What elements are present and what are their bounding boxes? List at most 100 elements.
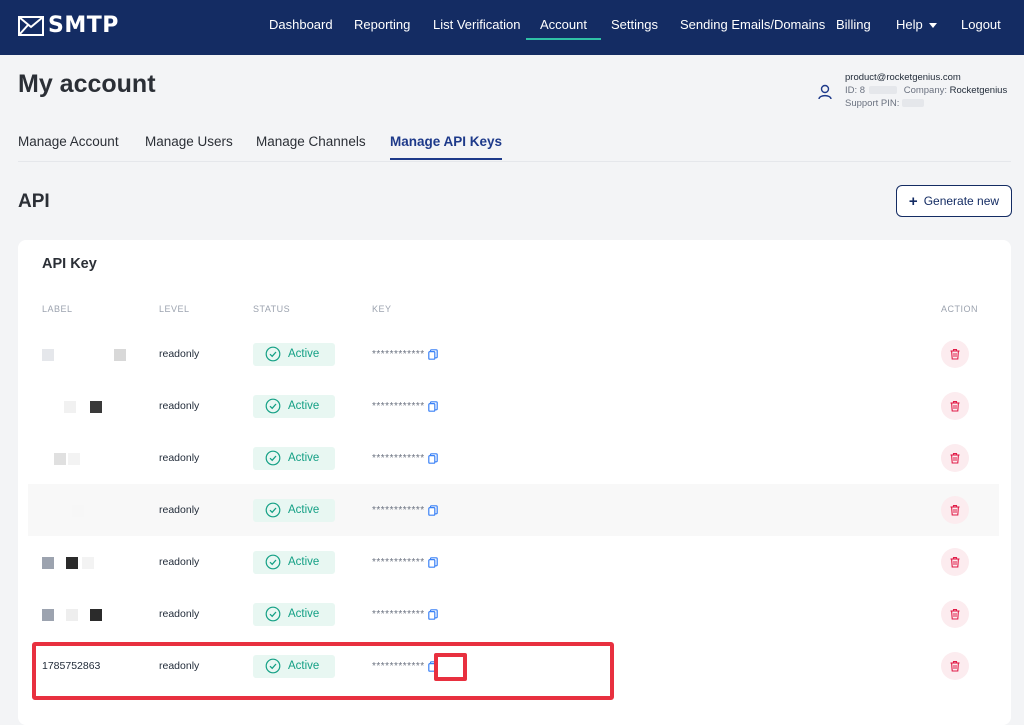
nav-logout[interactable]: Logout — [961, 0, 1001, 55]
status-text: Active — [288, 348, 320, 360]
tab-manage-channels[interactable]: Manage Channels — [256, 134, 366, 149]
copy-icon[interactable] — [427, 400, 438, 412]
masked-key: ************ — [372, 504, 425, 516]
status-badge: Active — [253, 654, 335, 678]
row-level: readonly — [159, 348, 200, 360]
user-email: product@rocketgenius.com — [845, 72, 961, 83]
masked-key: ************ — [372, 348, 425, 360]
user-icon — [818, 84, 832, 100]
generate-new-button[interactable]: + Generate new — [896, 185, 1012, 217]
redacted-label — [42, 500, 142, 520]
nav-account[interactable]: Account — [526, 0, 601, 55]
trash-icon — [949, 504, 961, 516]
user-id: ID: 8 — [845, 85, 866, 96]
nav-help-label: Help — [896, 17, 923, 32]
status-text: Active — [288, 660, 320, 672]
nav-dashboard[interactable]: Dashboard — [269, 0, 333, 55]
check-circle-icon — [265, 554, 281, 570]
brand-logo[interactable]: SMTP — [18, 13, 119, 38]
copy-icon[interactable] — [427, 504, 438, 516]
row-key-cell: ************ — [372, 588, 438, 640]
company-label: Company: — [903, 85, 948, 96]
user-info: product@rocketgenius.com ID: 8 Company: … — [845, 71, 1007, 110]
row-label-cell — [42, 484, 142, 536]
tab-manage-api-keys[interactable]: Manage API Keys — [390, 134, 503, 160]
delete-button[interactable] — [941, 600, 969, 628]
row-status-cell: Active — [253, 432, 335, 484]
status-badge: Active — [253, 498, 335, 522]
support-pin: Support PIN: — [845, 97, 1007, 110]
delete-button[interactable] — [941, 496, 969, 524]
status-text: Active — [288, 452, 320, 464]
section-title: API — [18, 191, 50, 212]
status-text: Active — [288, 504, 320, 516]
row-level: readonly — [159, 608, 200, 620]
tab-manage-users[interactable]: Manage Users — [145, 134, 233, 149]
nav-sending-emails-domains[interactable]: Sending Emails/Domains — [680, 0, 825, 55]
nav-settings[interactable]: Settings — [611, 0, 658, 55]
row-action-cell — [941, 328, 969, 380]
trash-icon — [949, 660, 961, 672]
masked-key: ************ — [372, 660, 425, 672]
status-text: Active — [288, 556, 320, 568]
trash-icon — [949, 452, 961, 464]
copy-icon[interactable] — [427, 452, 438, 464]
copy-icon[interactable] — [427, 348, 438, 360]
row-key-cell: ************ — [372, 380, 438, 432]
row-level: readonly — [159, 504, 200, 516]
table-row: readonly Active ************ — [28, 536, 999, 588]
user-id-company: ID: 8 Company: Rocketgenius — [845, 84, 1007, 97]
copy-icon[interactable] — [427, 556, 438, 568]
card-title: API Key — [42, 256, 97, 272]
status-badge: Active — [253, 394, 335, 418]
delete-button[interactable] — [941, 548, 969, 576]
trash-icon — [949, 348, 961, 360]
row-label-cell — [42, 380, 142, 432]
table-row: readonly Active ************ — [28, 484, 999, 536]
row-action-cell — [941, 640, 969, 692]
delete-button[interactable] — [941, 392, 969, 420]
tab-manage-account[interactable]: Manage Account — [18, 134, 119, 149]
row-label-cell — [42, 432, 142, 484]
row-level: readonly — [159, 660, 200, 672]
redacted-pin — [902, 99, 925, 108]
brand-name: SMTP — [48, 13, 119, 38]
api-key-card: API Key LABEL LEVEL STATUS KEY ACTION re… — [18, 240, 1011, 725]
table-row: readonly Active ************ — [28, 432, 999, 484]
account-tabs: Manage Account Manage Users Manage Chann… — [18, 125, 1011, 162]
row-key-cell: ************ — [372, 432, 438, 484]
row-label: 1785752863 — [42, 660, 101, 672]
trash-icon — [949, 400, 961, 412]
row-action-cell — [941, 536, 969, 588]
row-action-cell — [941, 484, 969, 536]
check-circle-icon — [265, 606, 281, 622]
delete-button[interactable] — [941, 652, 969, 680]
copy-icon[interactable] — [427, 608, 438, 620]
trash-icon — [949, 556, 961, 568]
check-circle-icon — [265, 398, 281, 414]
row-level: readonly — [159, 400, 200, 412]
table-row: readonly Active ************ — [28, 380, 999, 432]
nav-reporting[interactable]: Reporting — [354, 0, 410, 55]
check-circle-icon — [265, 450, 281, 466]
status-badge: Active — [253, 446, 335, 470]
masked-key: ************ — [372, 608, 425, 620]
column-header-status: STATUS — [253, 304, 291, 314]
masked-key: ************ — [372, 400, 425, 412]
row-label-cell — [42, 536, 142, 588]
generate-new-label: Generate new — [923, 194, 1000, 208]
delete-button[interactable] — [941, 444, 969, 472]
trash-icon — [949, 608, 961, 620]
nav-list-verification[interactable]: List Verification — [433, 0, 520, 55]
column-header-level: LEVEL — [159, 304, 190, 314]
redacted-label — [42, 344, 142, 364]
check-circle-icon — [265, 346, 281, 362]
check-circle-icon — [265, 658, 281, 674]
copy-icon[interactable] — [427, 660, 438, 672]
row-key-cell: ************ — [372, 640, 438, 692]
nav-billing[interactable]: Billing — [836, 0, 871, 55]
nav-help[interactable]: Help — [896, 0, 937, 55]
row-level: readonly — [159, 452, 200, 464]
redacted-label — [42, 604, 142, 624]
delete-button[interactable] — [941, 340, 969, 368]
